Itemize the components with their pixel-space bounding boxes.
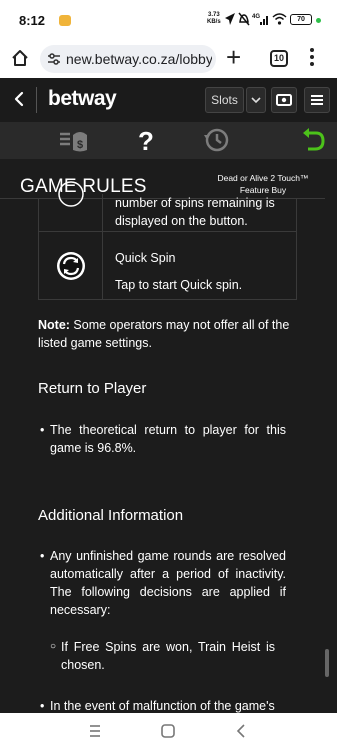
network-speed-value: 3.73	[207, 12, 220, 18]
back-icon[interactable]	[232, 722, 250, 740]
chevron-left-icon[interactable]	[12, 90, 26, 108]
recents-icon[interactable]	[86, 722, 104, 740]
battery-level: 70	[297, 16, 305, 23]
hamburger-icon	[311, 95, 323, 105]
quick-spin-title: Quick Spin	[115, 251, 176, 265]
help-icon[interactable]: ?	[131, 126, 161, 154]
home-icon[interactable]	[159, 722, 177, 740]
additional-bullet-1: Any unfinished game rounds are resolved …	[50, 549, 286, 617]
address-bar[interactable]: new.betway.co.za/lobby/	[40, 45, 216, 73]
autoplay-icon-cell	[39, 181, 103, 231]
category-select[interactable]: Slots	[205, 87, 244, 113]
back-to-game-icon[interactable]	[298, 126, 328, 154]
wallet-icon	[276, 94, 292, 106]
home-icon[interactable]	[10, 48, 30, 68]
table-row: Quick Spin Tap to start Quick spin.	[39, 232, 296, 300]
rtp-bullet: The theoretical return to player for thi…	[50, 423, 286, 455]
battery-icon: 70	[290, 14, 312, 25]
autoplay-desc: number of spins remaining is displayed o…	[115, 196, 275, 228]
chevron-down-icon	[251, 97, 261, 104]
bullet-icon: •	[40, 549, 45, 563]
rtp-heading: Return to Player	[38, 380, 147, 397]
scrollbar-thumb[interactable]	[325, 649, 329, 677]
site-settings-icon[interactable]	[47, 52, 61, 66]
additional-bullet-2: In the event of malfunction of the game'…	[50, 699, 275, 713]
category-select-value: Slots	[211, 93, 238, 107]
location-icon	[225, 13, 235, 25]
mute-icon	[238, 12, 250, 26]
bet-settings-icon[interactable]: $	[58, 126, 88, 154]
note-paragraph: Note: Some operators may not offer all o…	[38, 316, 300, 352]
note-text: Some operators may not offer all of the …	[38, 318, 290, 350]
quick-spin-cell: Quick Spin Tap to start Quick spin.	[103, 232, 296, 294]
sub-bullet-1: If Free Spins are won, Train Heist is ch…	[61, 640, 275, 672]
tab-switcher-button[interactable]: 10	[270, 50, 288, 67]
network-speed: 3.73 KB/s	[207, 12, 221, 26]
signal-icon: 4G	[252, 14, 268, 25]
network-speed-unit: KB/s	[207, 19, 221, 25]
more-menu-icon[interactable]	[310, 48, 314, 68]
quick-spin-desc: Tap to start Quick spin.	[115, 278, 243, 292]
sub-bullet-icon: ○	[50, 641, 57, 652]
game-toolbar: $ ?	[0, 122, 337, 159]
header-divider	[36, 87, 37, 113]
history-icon[interactable]	[201, 126, 231, 154]
game-name: Dead or Alive 2 Touch™ Feature Buy	[217, 173, 309, 195]
network-type: 4G	[252, 14, 260, 20]
tab-count: 10	[273, 53, 284, 63]
bullet-icon: •	[40, 699, 45, 713]
bullet-icon: •	[40, 423, 45, 437]
notification-icon	[59, 15, 71, 26]
additional-info-heading: Additional Information	[38, 507, 184, 524]
wifi-icon	[272, 13, 287, 25]
wallet-button[interactable]	[271, 87, 297, 113]
clock: 8:12	[19, 13, 46, 28]
system-nav-bar	[0, 713, 337, 750]
table-row: number of spins remaining is displayed o…	[39, 181, 296, 232]
status-bar: 8:12 3.73 KB/s 4G 70	[0, 0, 337, 40]
game-settings-table: number of spins remaining is displayed o…	[38, 181, 297, 300]
autoplay-icon	[58, 181, 84, 207]
svg-text:$: $	[77, 139, 83, 151]
url-text[interactable]: new.betway.co.za/lobby/	[66, 51, 212, 67]
category-dropdown-button[interactable]	[246, 87, 266, 113]
site-header: betway Slots	[0, 78, 337, 122]
browser-toolbar: new.betway.co.za/lobby/ + 10	[0, 40, 337, 78]
quick-spin-icon	[57, 252, 85, 280]
menu-button[interactable]	[304, 87, 330, 113]
note-label: Note:	[38, 318, 70, 332]
active-dot-icon	[316, 18, 321, 23]
new-tab-icon[interactable]: +	[226, 43, 241, 71]
quick-spin-icon-cell	[39, 232, 103, 299]
game-rules-panel[interactable]: GAME RULES Dead or Alive 2 Touch™ Featur…	[0, 159, 337, 713]
betway-logo[interactable]: betway	[48, 87, 117, 111]
svg-text:?: ?	[138, 126, 154, 154]
